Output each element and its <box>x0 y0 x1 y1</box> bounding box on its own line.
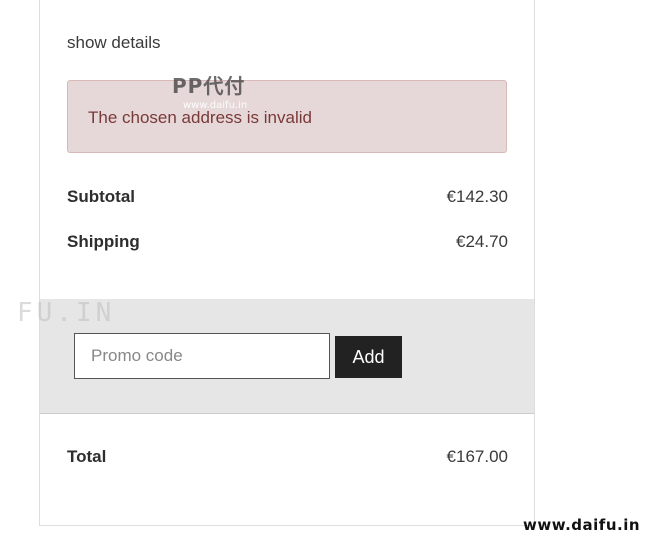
shipping-label: Shipping <box>67 232 140 251</box>
show-details-link[interactable]: show details <box>67 33 161 53</box>
page: show details The chosen address is inval… <box>0 0 670 552</box>
subtotal-value: €142.30 <box>446 187 508 206</box>
add-promo-button[interactable]: Add <box>335 336 402 378</box>
subtotal-row: Subtotal €142.30 <box>67 187 508 207</box>
total-row: Total €167.00 <box>67 447 508 467</box>
shipping-row: Shipping €24.70 <box>67 232 508 252</box>
error-alert: The chosen address is invalid <box>67 80 507 153</box>
total-value: €167.00 <box>446 447 508 466</box>
shipping-value: €24.70 <box>456 232 508 251</box>
order-summary-card: show details The chosen address is inval… <box>39 0 535 526</box>
watermark-left: FU.IN <box>17 298 116 328</box>
alert-message: The chosen address is invalid <box>88 108 312 127</box>
watermark-bottom-url: www.daifu.in <box>523 516 641 534</box>
watermark-center-url: www.daifu.in <box>183 100 248 111</box>
subtotal-label: Subtotal <box>67 187 135 206</box>
promo-code-input[interactable] <box>74 333 330 379</box>
total-label: Total <box>67 447 107 466</box>
watermark-center: PP代付 <box>172 74 246 98</box>
